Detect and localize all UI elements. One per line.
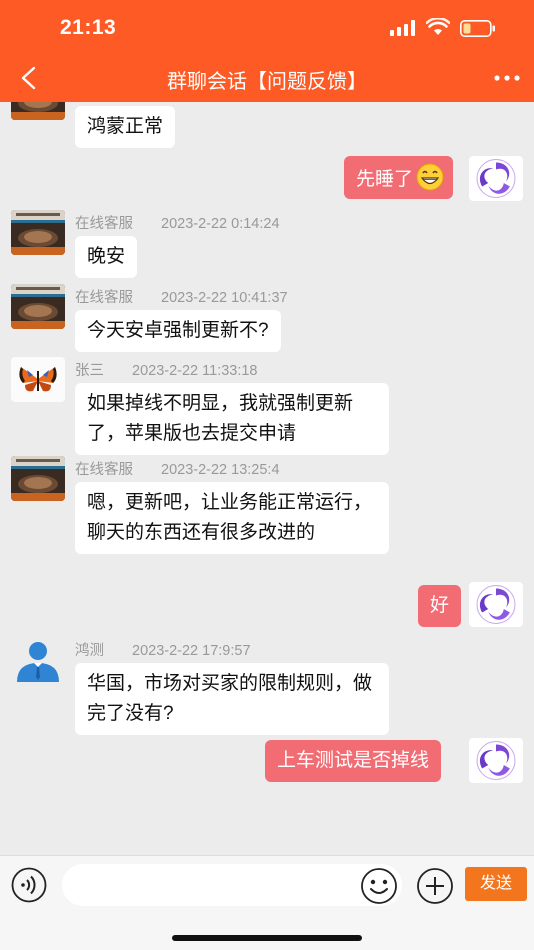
avatar[interactable] bbox=[11, 637, 65, 682]
avatar[interactable] bbox=[11, 102, 65, 120]
home-indicator[interactable] bbox=[172, 935, 362, 941]
grin-emoji-icon bbox=[416, 163, 444, 191]
message-time: 2023-2-22 0:14:24 bbox=[161, 216, 280, 232]
avatar[interactable] bbox=[11, 456, 65, 501]
message-time: 2023-2-22 13:25:4 bbox=[161, 462, 280, 478]
message-outgoing: 先睡了 bbox=[0, 156, 534, 206]
status-time: 21:13 bbox=[60, 16, 117, 39]
chat-title: 群聊会话【问题反馈】 bbox=[167, 71, 367, 93]
message-bubble[interactable]: 先睡了 bbox=[344, 156, 454, 199]
avatar[interactable] bbox=[11, 284, 65, 329]
message-bubble[interactable]: 华国，市场对买家的限制规则，做完了没有? bbox=[75, 663, 389, 735]
sender-name: 张三 bbox=[75, 363, 104, 379]
message-bubble[interactable]: 上车测试是否掉线 bbox=[265, 740, 442, 782]
input-bar: 发送 bbox=[0, 855, 534, 914]
message-text: 上车测试是否掉线 bbox=[277, 750, 430, 771]
wifi-icon bbox=[426, 18, 450, 35]
message-text: 鸿蒙正常 bbox=[87, 116, 164, 137]
sender-name: 在线客服 bbox=[75, 290, 133, 306]
send-button[interactable]: 发送 bbox=[465, 867, 527, 901]
message-incoming: 鸿测 2023-2-22 17:9:57 华国，市场对买家的限制规则，做完了没有? bbox=[0, 637, 534, 735]
avatar[interactable] bbox=[11, 210, 65, 255]
avatar[interactable] bbox=[469, 582, 523, 627]
message-meta: 在线客服 2023-2-22 0:14:24 bbox=[75, 212, 280, 233]
message-time: 2023-2-22 11:33:18 bbox=[132, 363, 258, 379]
more-icon[interactable] bbox=[492, 68, 522, 88]
message-outgoing: 好 bbox=[0, 582, 534, 632]
voice-icon[interactable] bbox=[11, 867, 47, 903]
message-list[interactable]: 鸿蒙正常 先睡了 在线客服 2023-2-22 0:14:24 晚安 在线客服 2 bbox=[0, 102, 534, 855]
message-bubble[interactable]: 嗯，更新吧，让业务能正常运行，聊天的东西还有很多改进的 bbox=[75, 482, 389, 554]
nav-bar: 群聊会话【问题反馈】 bbox=[0, 54, 534, 102]
sender-name: 在线客服 bbox=[75, 216, 133, 232]
cellular-signal-icon bbox=[390, 20, 415, 36]
message-text: 好 bbox=[430, 595, 450, 616]
message-incoming: 在线客服 2023-2-22 0:14:24 晚安 bbox=[0, 210, 534, 280]
message-meta: 在线客服 2023-2-22 10:41:37 bbox=[75, 286, 288, 307]
emoji-icon[interactable] bbox=[360, 867, 398, 905]
sender-name: 鸿测 bbox=[75, 643, 104, 659]
message-text: 如果掉线不明显，我就强制更新了，苹果版也去提交申请 bbox=[87, 393, 354, 444]
avatar[interactable] bbox=[469, 156, 523, 201]
battery-icon bbox=[460, 20, 495, 37]
message-incoming: 张三 2023-2-22 11:33:18 如果掉线不明显，我就强制更新了，苹果版… bbox=[0, 357, 534, 455]
status-bar: 21:13 bbox=[0, 0, 534, 54]
plus-icon[interactable] bbox=[416, 867, 454, 905]
message-bubble[interactable]: 鸿蒙正常 bbox=[75, 106, 176, 148]
message-meta: 张三 2023-2-22 11:33:18 bbox=[75, 359, 258, 380]
message-bubble[interactable]: 今天安卓强制更新不? bbox=[75, 310, 281, 352]
message-time: 2023-2-22 17:9:57 bbox=[132, 643, 251, 659]
message-bubble[interactable]: 如果掉线不明显，我就强制更新了，苹果版也去提交申请 bbox=[75, 383, 389, 455]
message-bubble[interactable]: 好 bbox=[418, 585, 462, 627]
message-meta: 鸿测 2023-2-22 17:9:57 bbox=[75, 639, 251, 660]
message-text: 晚安 bbox=[87, 246, 126, 267]
sender-name: 在线客服 bbox=[75, 462, 133, 478]
message-text: 先睡了 bbox=[356, 169, 414, 190]
avatar[interactable] bbox=[469, 738, 523, 783]
message-outgoing: 上车测试是否掉线 bbox=[0, 738, 534, 788]
home-indicator-area bbox=[0, 913, 534, 950]
message-text: 今天安卓强制更新不? bbox=[87, 320, 269, 341]
message-text: 嗯，更新吧，让业务能正常运行，聊天的东西还有很多改进的 bbox=[87, 492, 373, 543]
message-incoming: 在线客服 2023-2-22 13:25:4 嗯，更新吧，让业务能正常运行，聊天的… bbox=[0, 456, 534, 576]
message-input[interactable] bbox=[62, 864, 402, 906]
message-incoming: 在线客服 2023-2-22 10:41:37 今天安卓强制更新不? bbox=[0, 284, 534, 354]
message-incoming: 鸿蒙正常 bbox=[0, 102, 534, 152]
message-text: 华国，市场对买家的限制规则，做完了没有? bbox=[87, 673, 373, 724]
message-time: 2023-2-22 10:41:37 bbox=[161, 290, 288, 306]
avatar[interactable] bbox=[11, 357, 65, 402]
message-bubble[interactable]: 晚安 bbox=[75, 236, 138, 278]
message-meta: 在线客服 2023-2-22 13:25:4 bbox=[75, 458, 280, 479]
